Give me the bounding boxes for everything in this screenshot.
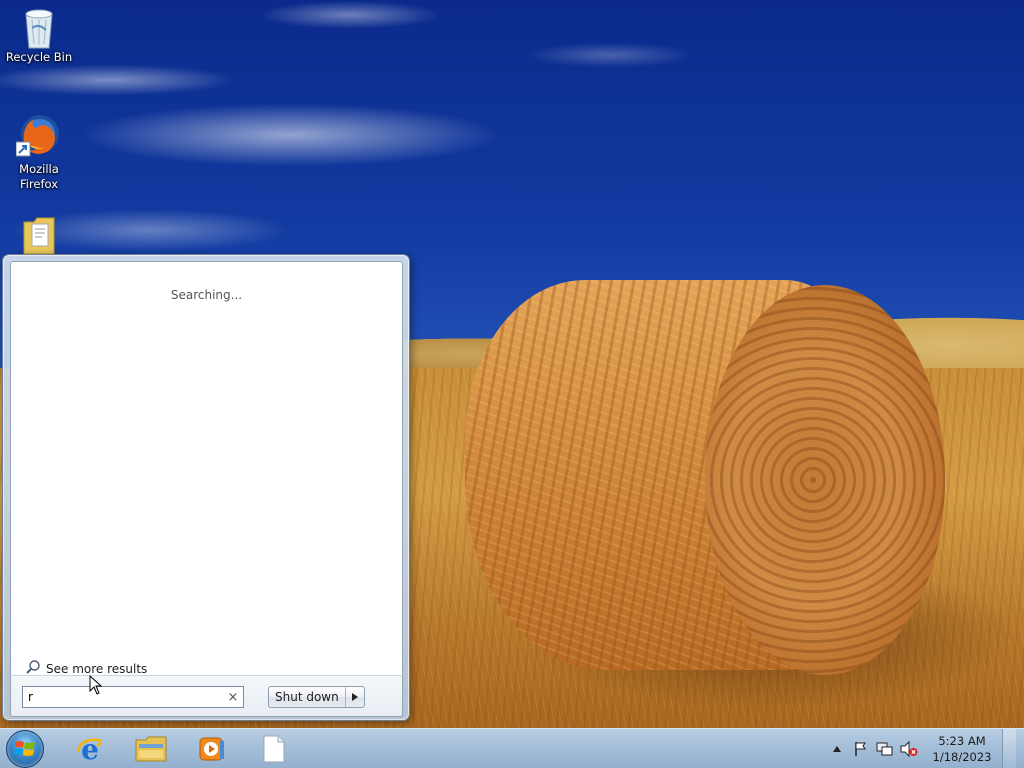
notification-area: 5:23 AM 1/18/2023 xyxy=(824,729,1016,768)
folder-icon xyxy=(22,214,56,255)
clear-search-icon[interactable]: × xyxy=(223,690,243,705)
taskbar-windows-media-player[interactable] xyxy=(185,731,239,767)
firefox-label-line2: Firefox xyxy=(19,177,59,191)
start-menu-bottom-bar: × Shut down xyxy=(10,675,403,717)
taskbar-document[interactable] xyxy=(247,731,301,767)
network-icon[interactable] xyxy=(874,738,896,760)
taskbar-internet-explorer[interactable]: e xyxy=(63,731,117,767)
desktop-icon-firefox[interactable]: Mozilla Firefox xyxy=(1,112,77,192)
desktop-icon-folder[interactable] xyxy=(1,214,77,255)
search-results-pane: Searching... See more results xyxy=(10,261,403,676)
start-search-box[interactable]: × xyxy=(22,686,244,708)
system-clock[interactable]: 5:23 AM 1/18/2023 xyxy=(926,733,998,765)
action-center-flag-icon[interactable] xyxy=(850,738,872,760)
firefox-icon xyxy=(15,112,62,158)
wallpaper-hay-bale-face xyxy=(705,285,945,675)
recycle-bin-label: Recycle Bin xyxy=(5,50,73,64)
blank-document-icon xyxy=(263,735,285,763)
shutdown-options-arrow-icon[interactable] xyxy=(346,687,364,707)
search-status-text: Searching... xyxy=(170,288,243,302)
show-hidden-icons-arrow-icon[interactable] xyxy=(826,738,848,760)
taskbar-windows-explorer[interactable] xyxy=(124,731,178,767)
media-player-icon xyxy=(199,737,224,761)
shutdown-split-button[interactable]: Shut down xyxy=(268,686,365,708)
see-more-results-label: See more results xyxy=(46,661,148,676)
start-search-input[interactable] xyxy=(23,688,223,706)
windows-logo-icon xyxy=(14,741,35,756)
recycle-bin-icon xyxy=(23,8,55,49)
clock-time: 5:23 AM xyxy=(938,734,986,748)
start-menu: Searching... See more results × Shut dow… xyxy=(2,254,410,721)
folder-icon xyxy=(135,736,167,762)
taskbar: e 5:23 AM 1/18/2023 xyxy=(0,728,1024,768)
volume-muted-icon[interactable] xyxy=(898,738,920,760)
svg-text:e: e xyxy=(81,734,99,764)
firefox-label-line1: Mozilla xyxy=(19,162,59,176)
desktop-icon-recycle-bin[interactable]: Recycle Bin xyxy=(1,8,77,65)
show-desktop-button[interactable] xyxy=(1002,729,1016,768)
internet-explorer-icon: e xyxy=(76,734,102,764)
mouse-pointer-icon xyxy=(89,674,103,695)
shutdown-button[interactable]: Shut down xyxy=(269,687,346,707)
clock-date: 1/18/2023 xyxy=(932,750,992,764)
start-button[interactable] xyxy=(6,730,44,768)
